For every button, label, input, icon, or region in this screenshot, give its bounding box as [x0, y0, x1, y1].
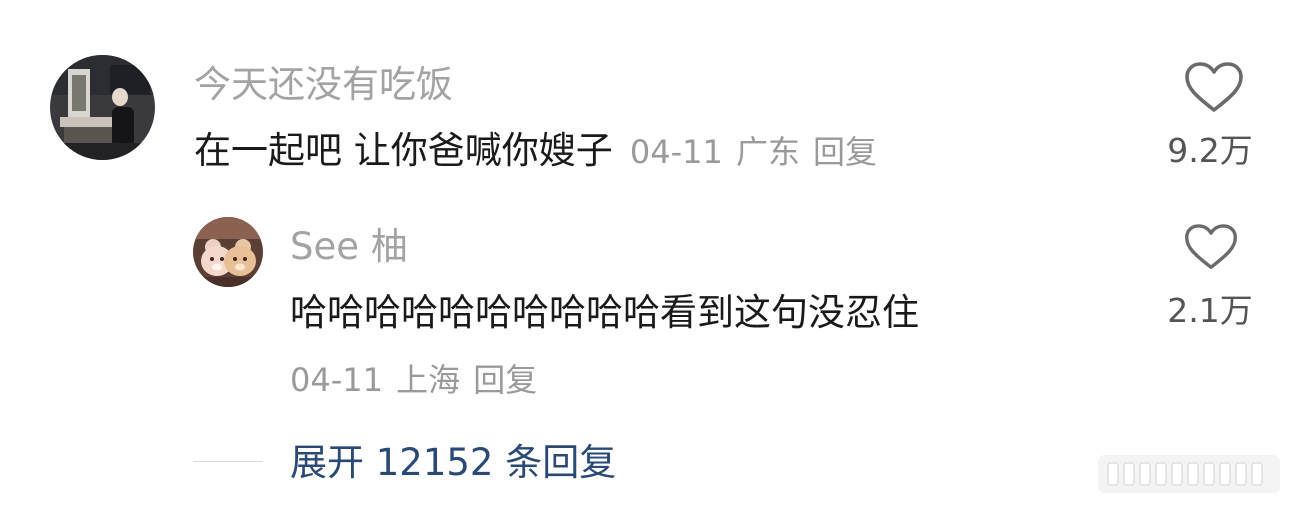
- comment-date: 04-11: [290, 361, 383, 399]
- user-avatar-photo-icon: [50, 55, 155, 160]
- comment-text: 哈哈哈哈哈哈哈哈哈哈看到这句没忍住: [290, 291, 919, 334]
- like-button[interactable]: [1184, 62, 1244, 114]
- heart-outline-icon: [1185, 62, 1243, 112]
- avatar[interactable]: [193, 217, 263, 287]
- comment-location: 广东: [735, 133, 800, 171]
- comment-body: 在一起吧 让你爸喊你嫂子 04-11 广东 回复: [194, 132, 877, 169]
- like-button[interactable]: [1184, 224, 1238, 271]
- comment-location: 上海: [396, 361, 461, 399]
- reply-button[interactable]: 回复: [813, 133, 877, 171]
- comment-text: 在一起吧 让你爸喊你嫂子: [194, 129, 613, 172]
- comment-meta: 04-11 上海 回复: [290, 364, 537, 396]
- comment-date: 04-11: [629, 133, 723, 171]
- watermark-logo: [1098, 455, 1280, 493]
- like-count: 9.2万: [1167, 131, 1253, 170]
- avatar[interactable]: [50, 55, 155, 160]
- watermark-bars-icon: [1107, 462, 1263, 486]
- expand-divider: [193, 461, 263, 462]
- reply-button[interactable]: 回复: [473, 361, 537, 399]
- bear-avatar-icon: [193, 217, 263, 287]
- like-count: 2.1万: [1167, 291, 1253, 330]
- heart-outline-icon: [1184, 224, 1238, 270]
- comment-username[interactable]: 今天还没有吃饭: [194, 66, 453, 103]
- comment-username[interactable]: See 柚: [290, 228, 408, 265]
- expand-replies-button[interactable]: 展开 12152 条回复: [290, 444, 616, 481]
